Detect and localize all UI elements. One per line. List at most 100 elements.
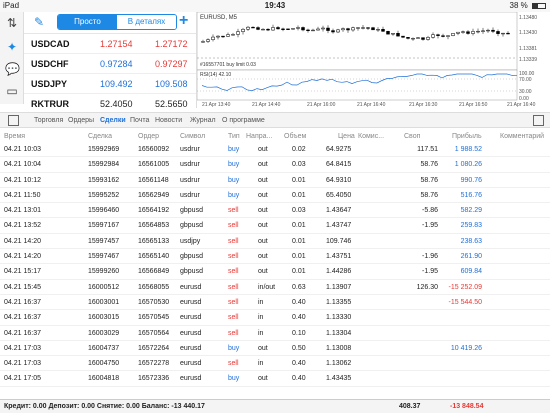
quote-row-usdcad[interactable]: USDCAD 1.27154 1.27172 xyxy=(24,34,196,54)
cell-volume: 0.50 xyxy=(292,344,306,352)
cell-price: 1.43647 xyxy=(326,207,352,215)
cell-profit: 990.76 xyxy=(460,176,482,184)
table-row[interactable]: 04.21 13:52 15997167 16564853 gbpusd sell out… xyxy=(0,218,550,234)
cell-deal: 16004737 xyxy=(88,344,120,352)
col-commission[interactable]: Комис... xyxy=(358,133,384,140)
candle-body xyxy=(411,38,415,40)
cell-time: 04.21 17:05 xyxy=(4,375,41,383)
col-time[interactable]: Время xyxy=(4,133,25,140)
tab-news[interactable]: Новости xyxy=(155,117,182,124)
candle-body xyxy=(241,28,245,32)
candle-body xyxy=(371,27,375,31)
table-row[interactable]: 04.21 15:17 15999260 16566849 gbpusd sell out… xyxy=(0,264,550,280)
cell-price: 1.43751 xyxy=(326,253,352,261)
table-row[interactable]: 04.21 10:12 15993162 16561148 usdrur buy out 0… xyxy=(0,173,550,188)
candle-body xyxy=(431,34,435,38)
col-price[interactable]: Цена xyxy=(338,133,355,140)
quote-bid: 109.492 xyxy=(100,79,133,89)
time-label-2: 21 Apr 14:40 xyxy=(252,102,281,108)
col-profit[interactable]: Прибыль xyxy=(452,133,482,140)
tab-mail[interactable]: Почта xyxy=(130,117,149,124)
table-row[interactable]: 04.21 17:05 16004818 16572336 eurusd buy out 0… xyxy=(0,371,550,387)
cell-symbol: eurusd xyxy=(180,283,202,291)
quotes-panel: ✎ Просто В деталях + USDCAD 1.27154 1.27… xyxy=(24,12,196,108)
cell-deal: 16000512 xyxy=(88,283,120,291)
cell-profit: 582.29 xyxy=(460,207,482,215)
table-row[interactable]: 04.21 14:20 15997457 16565133 usdjpy sell out… xyxy=(0,234,550,250)
chat-icon[interactable]: 💬 xyxy=(5,62,20,76)
cell-direction: in/out xyxy=(258,283,276,291)
table-row[interactable]: 04.21 17:03 16004750 16572278 eurusd sell in 0… xyxy=(0,356,550,372)
tab-orders[interactable]: Ордеры xyxy=(68,117,94,124)
cell-order: 16572264 xyxy=(138,344,170,352)
candle-body xyxy=(421,37,425,40)
cell-swap: -1.95 xyxy=(422,268,438,276)
rsi-label: RSI(14) 42.10 xyxy=(200,72,231,78)
cell-volume: 0.03 xyxy=(292,207,306,215)
cell-volume: 0.40 xyxy=(292,298,306,306)
quote-row-usdjpy[interactable]: USDJPY 109.492 109.508 xyxy=(24,74,196,94)
candle-body xyxy=(261,28,265,31)
quote-symbol: USDCHF xyxy=(31,59,69,69)
col-deal[interactable]: Сделка xyxy=(88,133,112,140)
candle-body xyxy=(406,37,410,39)
cell-type: buy xyxy=(228,375,240,383)
cell-time: 04.21 10:03 xyxy=(4,146,41,153)
mode-details-button[interactable]: В деталях xyxy=(117,15,176,29)
table-row[interactable]: 04.21 10:03 15992969 16560092 usdrur buy out 0… xyxy=(0,142,550,158)
table-row[interactable]: 04.21 11:50 15995252 16562949 usdrur buy out 0… xyxy=(0,188,550,204)
cell-direction: out xyxy=(258,191,268,199)
cell-type: buy xyxy=(228,191,240,199)
col-swap[interactable]: Своп xyxy=(404,133,420,140)
candle-body xyxy=(201,41,205,43)
table-row[interactable]: 04.21 16:37 16003029 16570564 eurusd sell in 0… xyxy=(0,326,550,341)
table-row[interactable]: 04.21 17:03 16004737 16572264 eurusd buy out 0… xyxy=(0,341,550,357)
cell-symbol: gbpusd xyxy=(180,268,203,276)
cell-deal: 15999260 xyxy=(88,268,120,276)
tab-journal[interactable]: Журнал xyxy=(190,117,216,124)
add-symbol-icon[interactable]: + xyxy=(179,12,188,30)
cell-volume: 0.40 xyxy=(292,314,306,322)
table-row[interactable]: 04.21 13:01 15996460 16564192 gbpusd sell out… xyxy=(0,203,550,219)
tab-about[interactable]: О программе xyxy=(222,117,265,124)
cell-order: 16572278 xyxy=(138,360,170,368)
tab-deals[interactable]: Сделки xyxy=(100,117,126,124)
cell-deal: 16004818 xyxy=(88,375,120,383)
terminal-toggle-icon[interactable] xyxy=(8,115,19,126)
edit-icon[interactable]: ✎ xyxy=(34,15,44,29)
terminal-settings-icon[interactable] xyxy=(533,115,544,126)
col-type[interactable]: Тип xyxy=(228,133,240,140)
cell-deal: 15993162 xyxy=(88,176,120,184)
tab-trade[interactable]: Торговля xyxy=(34,117,63,124)
quote-bid: 52.4050 xyxy=(100,99,133,108)
table-row[interactable]: 04.21 16:37 16003001 16570530 eurusd sell in 0… xyxy=(0,295,550,311)
col-order[interactable]: Ордер xyxy=(138,133,159,140)
col-direction[interactable]: Напра... xyxy=(246,133,272,140)
price-chart[interactable]: EURUSD, M5 #16557701 buy limit 0.03 RSI(… xyxy=(196,11,550,108)
table-row[interactable]: 04.21 10:04 15992984 16561005 usdrur buy out 0… xyxy=(0,157,550,173)
candle-body xyxy=(251,26,255,29)
table-row[interactable]: 04.21 14:20 15997467 16565140 gbpusd sell out… xyxy=(0,249,550,265)
cell-price: 64.9310 xyxy=(326,176,352,184)
cell-order: 16570530 xyxy=(138,298,170,306)
battery-icon xyxy=(532,3,546,9)
cell-type: sell xyxy=(228,253,239,261)
table-row[interactable]: 04.21 15:45 16000512 16568055 eurusd sell in/… xyxy=(0,280,550,295)
document-icon[interactable]: ▭ xyxy=(5,84,19,98)
col-volume[interactable]: Объем xyxy=(284,133,306,140)
col-comment[interactable]: Комментарий xyxy=(500,133,544,140)
cell-profit: -15 544.50 xyxy=(448,298,482,306)
cell-volume: 0.02 xyxy=(292,146,306,153)
quotes-icon[interactable]: ⇅ xyxy=(5,16,19,30)
table-row[interactable]: 04.21 16:37 16003015 16570545 eurusd sell in 0… xyxy=(0,310,550,326)
col-symbol[interactable]: Символ xyxy=(180,133,205,140)
candle-body xyxy=(461,31,465,33)
candle-body xyxy=(416,37,420,39)
candle-body xyxy=(306,29,310,32)
battery-indicator: 38 % xyxy=(510,1,546,10)
quote-row-usdchf[interactable]: USDCHF 0.97284 0.97297 xyxy=(24,54,196,74)
mode-simple-button[interactable]: Просто xyxy=(58,15,117,29)
quote-row-rktrur[interactable]: RKTRUR 52.4050 52.5650 xyxy=(24,94,196,108)
cell-time: 04.21 17:03 xyxy=(4,360,41,368)
chart-icon[interactable]: ✦ xyxy=(5,40,19,54)
